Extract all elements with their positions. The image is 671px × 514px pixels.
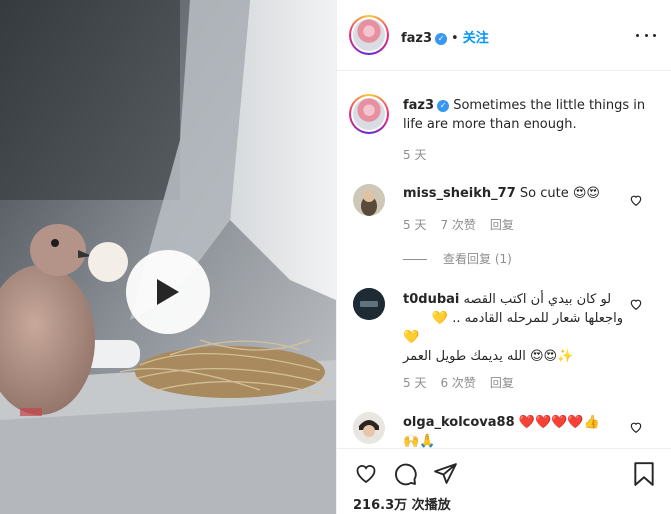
comment-username[interactable]: miss_sheikh_77: [403, 186, 516, 201]
comment-likes[interactable]: 7 次赞: [440, 218, 475, 232]
caption-time[interactable]: 5 天: [403, 146, 426, 163]
play-button[interactable]: [126, 250, 210, 334]
more-icon[interactable]: [636, 28, 656, 42]
view-replies[interactable]: 查看回复 (1): [403, 250, 512, 267]
caption-text: faz3 ✓ Sometimes the little things in lif…: [403, 96, 658, 134]
author-avatar[interactable]: [349, 15, 389, 55]
reply-button[interactable]: 回复: [490, 218, 514, 232]
post-header: faz3 ✓ • 关注: [337, 0, 671, 71]
post-actions: 216.3万 次播放: [337, 448, 671, 514]
heart-icon[interactable]: [629, 420, 643, 434]
comment-meta: 5 天 6 次赞 回复: [403, 374, 514, 391]
comment-emoji-1: 💛: [431, 311, 449, 326]
comment-avatar[interactable]: [353, 184, 385, 216]
caption-avatar[interactable]: [349, 94, 389, 134]
post-sidebar: faz3 ✓ • 关注 faz3 ✓ Sometimes the little thin…: [336, 0, 671, 514]
author-line: faz3 ✓ • 关注: [401, 27, 489, 46]
comments-list[interactable]: faz3 ✓ Sometimes the little things in lif…: [337, 72, 671, 448]
view-count[interactable]: 216.3万 次播放: [353, 494, 451, 513]
follow-button[interactable]: 关注: [463, 31, 489, 46]
comment-text: miss_sheikh_77 So cute 😍😍: [403, 184, 633, 203]
heart-icon[interactable]: [629, 193, 643, 207]
reply-button[interactable]: 回复: [490, 376, 514, 390]
comment-line2: واجعلها شعار للمرحله القادمه ..: [452, 311, 623, 326]
comment-line2-row: واجعلها شعار للمرحله القادمه .. 💛: [403, 309, 623, 328]
video-player[interactable]: [0, 0, 336, 514]
verified-icon: ✓: [437, 99, 450, 112]
comment-icon[interactable]: [393, 461, 418, 486]
comment-username[interactable]: olga_kolcova88: [403, 415, 515, 430]
comment-body: ❤️❤️❤️❤️👍: [518, 415, 600, 430]
comment-line3: الله يديمك طويل العمر: [403, 349, 526, 364]
comment-username[interactable]: t0dubai: [403, 292, 459, 307]
bookmark-icon[interactable]: [633, 461, 655, 487]
author-username[interactable]: faz3: [401, 31, 432, 46]
share-icon[interactable]: [433, 461, 458, 486]
comment-line3-row: الله يديمك طويل العمر 😍😍✨: [403, 347, 623, 366]
comment-line1: لو كان بيدي أن اكتب القصه: [463, 292, 612, 307]
comment-avatar[interactable]: [353, 288, 385, 320]
divider-line: [403, 259, 427, 260]
caption-username[interactable]: faz3: [403, 98, 434, 113]
play-icon: [157, 279, 179, 305]
comment-time[interactable]: 5 天: [403, 376, 426, 390]
comment-time[interactable]: 5 天: [403, 218, 426, 232]
comment-likes[interactable]: 6 次赞: [440, 376, 475, 390]
comment-text: olga_kolcova88 ❤️❤️❤️❤️👍 🙌🙏: [403, 413, 623, 448]
heart-icon[interactable]: [353, 461, 379, 485]
comment-avatar[interactable]: [353, 412, 385, 444]
heart-icon[interactable]: [629, 297, 643, 311]
view-replies-label[interactable]: 查看回复 (1): [443, 252, 512, 266]
comment-body-2: 🙌🙏: [403, 434, 436, 448]
caption-line1: Sometimes the little things in: [453, 98, 646, 113]
post-viewer: faz3 ✓ • 关注 faz3 ✓ Sometimes the little thin…: [0, 0, 671, 514]
verified-icon: ✓: [435, 32, 448, 45]
comment-body: So cute 😍😍: [519, 186, 600, 201]
separator-dot: •: [451, 31, 459, 46]
comment-meta: 5 天 7 次赞 回复: [403, 216, 514, 233]
caption-line2: life are more than enough.: [403, 117, 577, 132]
comment-text: t0dubai لو كان بيدي أن اكتب القصه واجعله…: [403, 290, 623, 366]
comment-line3-emoji: 😍😍✨: [529, 349, 574, 364]
comment-emoji-row: 💛: [403, 328, 623, 347]
comment-emoji-2: 💛: [403, 330, 420, 345]
